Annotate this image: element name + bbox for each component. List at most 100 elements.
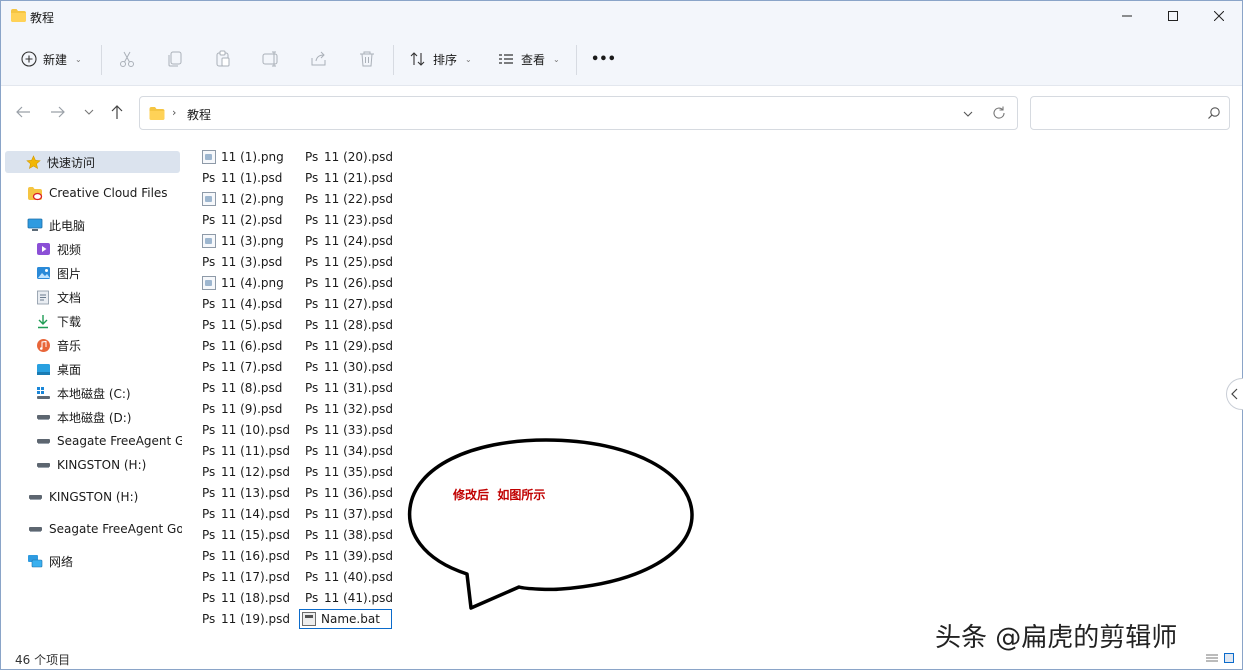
file-item[interactable]: Ps 11 (12).psd — [202, 462, 290, 482]
file-item[interactable]: Ps 11 (28).psd — [305, 315, 393, 335]
file-item[interactable]: Ps 11 (21).psd — [305, 168, 393, 188]
sidebar-item-quick-access[interactable]: 快速访问 — [5, 151, 180, 173]
star-icon — [25, 154, 41, 170]
file-item[interactable]: Ps 11 (40).psd — [305, 567, 393, 587]
file-item[interactable]: Ps 11 (1).psd — [202, 168, 282, 188]
paste-button[interactable] — [211, 47, 235, 71]
sidebar-item-videos[interactable]: 视频 — [35, 238, 182, 260]
tiles-view-icon[interactable] — [1224, 653, 1234, 663]
file-name: 11 (38).psd — [324, 528, 394, 542]
close-button[interactable] — [1196, 1, 1242, 31]
breadcrumb-current[interactable]: 教程 — [187, 106, 211, 123]
sidebar-item-documents[interactable]: 文档 — [35, 286, 182, 308]
file-item[interactable]: Ps 11 (7).psd — [202, 357, 282, 377]
file-item[interactable]: Ps 11 (10).psd — [202, 420, 290, 440]
sidebar-item-downloads[interactable]: 下载 — [35, 310, 182, 332]
sidebar-item-drive-d[interactable]: 本地磁盘 (D:) — [35, 406, 182, 428]
file-item[interactable]: Ps 11 (32).psd — [305, 399, 393, 419]
file-item[interactable]: Ps 11 (4).psd — [202, 294, 282, 314]
file-item[interactable]: 11 (4).png — [202, 273, 284, 293]
file-item[interactable]: Ps 11 (13).psd — [202, 483, 290, 503]
back-button[interactable] — [12, 101, 34, 123]
file-item[interactable]: Ps 11 (36).psd — [305, 483, 393, 503]
sidebar-item-kingston-h-root[interactable]: KINGSTON (H:) — [27, 486, 182, 508]
file-item[interactable]: Ps 11 (18).psd — [202, 588, 290, 608]
file-item[interactable]: Ps 11 (16).psd — [202, 546, 290, 566]
maximize-button[interactable] — [1150, 1, 1196, 31]
details-view-icon[interactable] — [1206, 653, 1218, 663]
file-item[interactable]: Ps 11 (14).psd — [202, 504, 290, 524]
file-name: 11 (35).psd — [324, 465, 394, 479]
file-item[interactable]: 11 (3).png — [202, 231, 284, 251]
file-item[interactable]: 11 (2).png — [202, 189, 284, 209]
file-item[interactable]: Ps 11 (15).psd — [202, 525, 290, 545]
up-button[interactable] — [106, 101, 128, 123]
photoshop-file-icon: Ps — [202, 360, 216, 374]
file-item[interactable]: Ps 11 (39).psd — [305, 546, 393, 566]
rename-button[interactable] — [259, 47, 283, 71]
file-item[interactable]: Ps 11 (19).psd — [202, 609, 290, 629]
file-item[interactable]: Ps 11 (6).psd — [202, 336, 282, 356]
file-name: 11 (23).psd — [324, 213, 394, 227]
file-item[interactable]: Ps 11 (17).psd — [202, 567, 290, 587]
sort-button[interactable]: 排序 ⌄ — [409, 45, 472, 73]
file-item[interactable]: Ps 11 (37).psd — [305, 504, 393, 524]
view-button[interactable]: 查看 ⌄ — [497, 45, 560, 73]
file-item[interactable]: Ps 11 (41).psd — [305, 588, 393, 608]
photoshop-file-icon: Ps — [202, 402, 216, 416]
file-item[interactable]: Ps 11 (31).psd — [305, 378, 393, 398]
sidebar-item-seagate-go[interactable]: Seagate FreeAgent Go — [27, 518, 182, 540]
file-item[interactable]: 11 (1).png — [202, 147, 284, 167]
photoshop-file-icon: Ps — [305, 276, 319, 290]
photoshop-file-icon: Ps — [305, 549, 319, 563]
file-item[interactable]: Ps 11 (33).psd — [305, 420, 393, 440]
file-item[interactable]: Ps 11 (25).psd — [305, 252, 393, 272]
file-item[interactable]: Ps 11 (27).psd — [305, 294, 393, 314]
file-item[interactable]: Name.bat — [299, 609, 392, 629]
file-item[interactable]: Ps 11 (2).psd — [202, 210, 282, 230]
cut-icon — [120, 51, 134, 67]
file-item[interactable]: Ps 11 (29).psd — [305, 336, 393, 356]
share-button[interactable] — [307, 47, 331, 71]
address-history-button[interactable] — [963, 107, 973, 121]
details-pane-toggle[interactable] — [1226, 378, 1243, 410]
drive-icon — [35, 457, 51, 473]
more-options-button[interactable]: ••• — [591, 45, 616, 73]
file-item[interactable]: Ps 11 (34).psd — [305, 441, 393, 461]
sidebar-item-network[interactable]: 网络 — [27, 550, 182, 572]
sidebar-item-creative-cloud[interactable]: Creative Cloud Files — [27, 182, 182, 204]
recent-locations-button[interactable] — [78, 101, 100, 123]
cut-button[interactable] — [115, 47, 139, 71]
copy-button[interactable] — [163, 47, 187, 71]
file-name[interactable]: Name.bat — [321, 612, 380, 626]
file-item[interactable]: Ps 11 (20).psd — [305, 147, 393, 167]
file-item[interactable]: Ps 11 (24).psd — [305, 231, 393, 251]
file-item[interactable]: Ps 11 (35).psd — [305, 462, 393, 482]
file-item[interactable]: Ps 11 (9).psd — [202, 399, 282, 419]
refresh-button[interactable] — [991, 105, 1007, 124]
delete-button[interactable] — [355, 47, 379, 71]
file-item[interactable]: Ps 11 (26).psd — [305, 273, 393, 293]
drive-icon — [27, 521, 43, 537]
sidebar-item-drive-c[interactable]: 本地磁盘 (C:) — [35, 382, 182, 404]
sidebar-item-music[interactable]: 音乐 — [35, 334, 182, 356]
minimize-button[interactable] — [1104, 1, 1150, 31]
sidebar-item-kingston-h[interactable]: KINGSTON (H:) — [35, 454, 182, 476]
sidebar-item-this-pc[interactable]: 此电脑 — [27, 214, 182, 236]
sidebar-item-seagate-g[interactable]: Seagate FreeAgent G — [35, 430, 182, 452]
file-item[interactable]: Ps 11 (30).psd — [305, 357, 393, 377]
sidebar-item-pictures[interactable]: 图片 — [35, 262, 182, 284]
file-name: 11 (10).psd — [221, 423, 291, 437]
file-item[interactable]: Ps 11 (38).psd — [305, 525, 393, 545]
file-item[interactable]: Ps 11 (5).psd — [202, 315, 282, 335]
search-input[interactable] — [1030, 96, 1230, 130]
file-item[interactable]: Ps 11 (11).psd — [202, 441, 290, 461]
file-item[interactable]: Ps 11 (23).psd — [305, 210, 393, 230]
file-item[interactable]: Ps 11 (3).psd — [202, 252, 282, 272]
address-bar[interactable]: › 教程 — [139, 96, 1018, 130]
forward-button[interactable] — [47, 101, 69, 123]
sidebar-item-desktop[interactable]: 桌面 — [35, 358, 182, 380]
file-item[interactable]: Ps 11 (22).psd — [305, 189, 393, 209]
new-button[interactable]: 新建 ⌄ — [21, 45, 82, 73]
file-item[interactable]: Ps 11 (8).psd — [202, 378, 282, 398]
